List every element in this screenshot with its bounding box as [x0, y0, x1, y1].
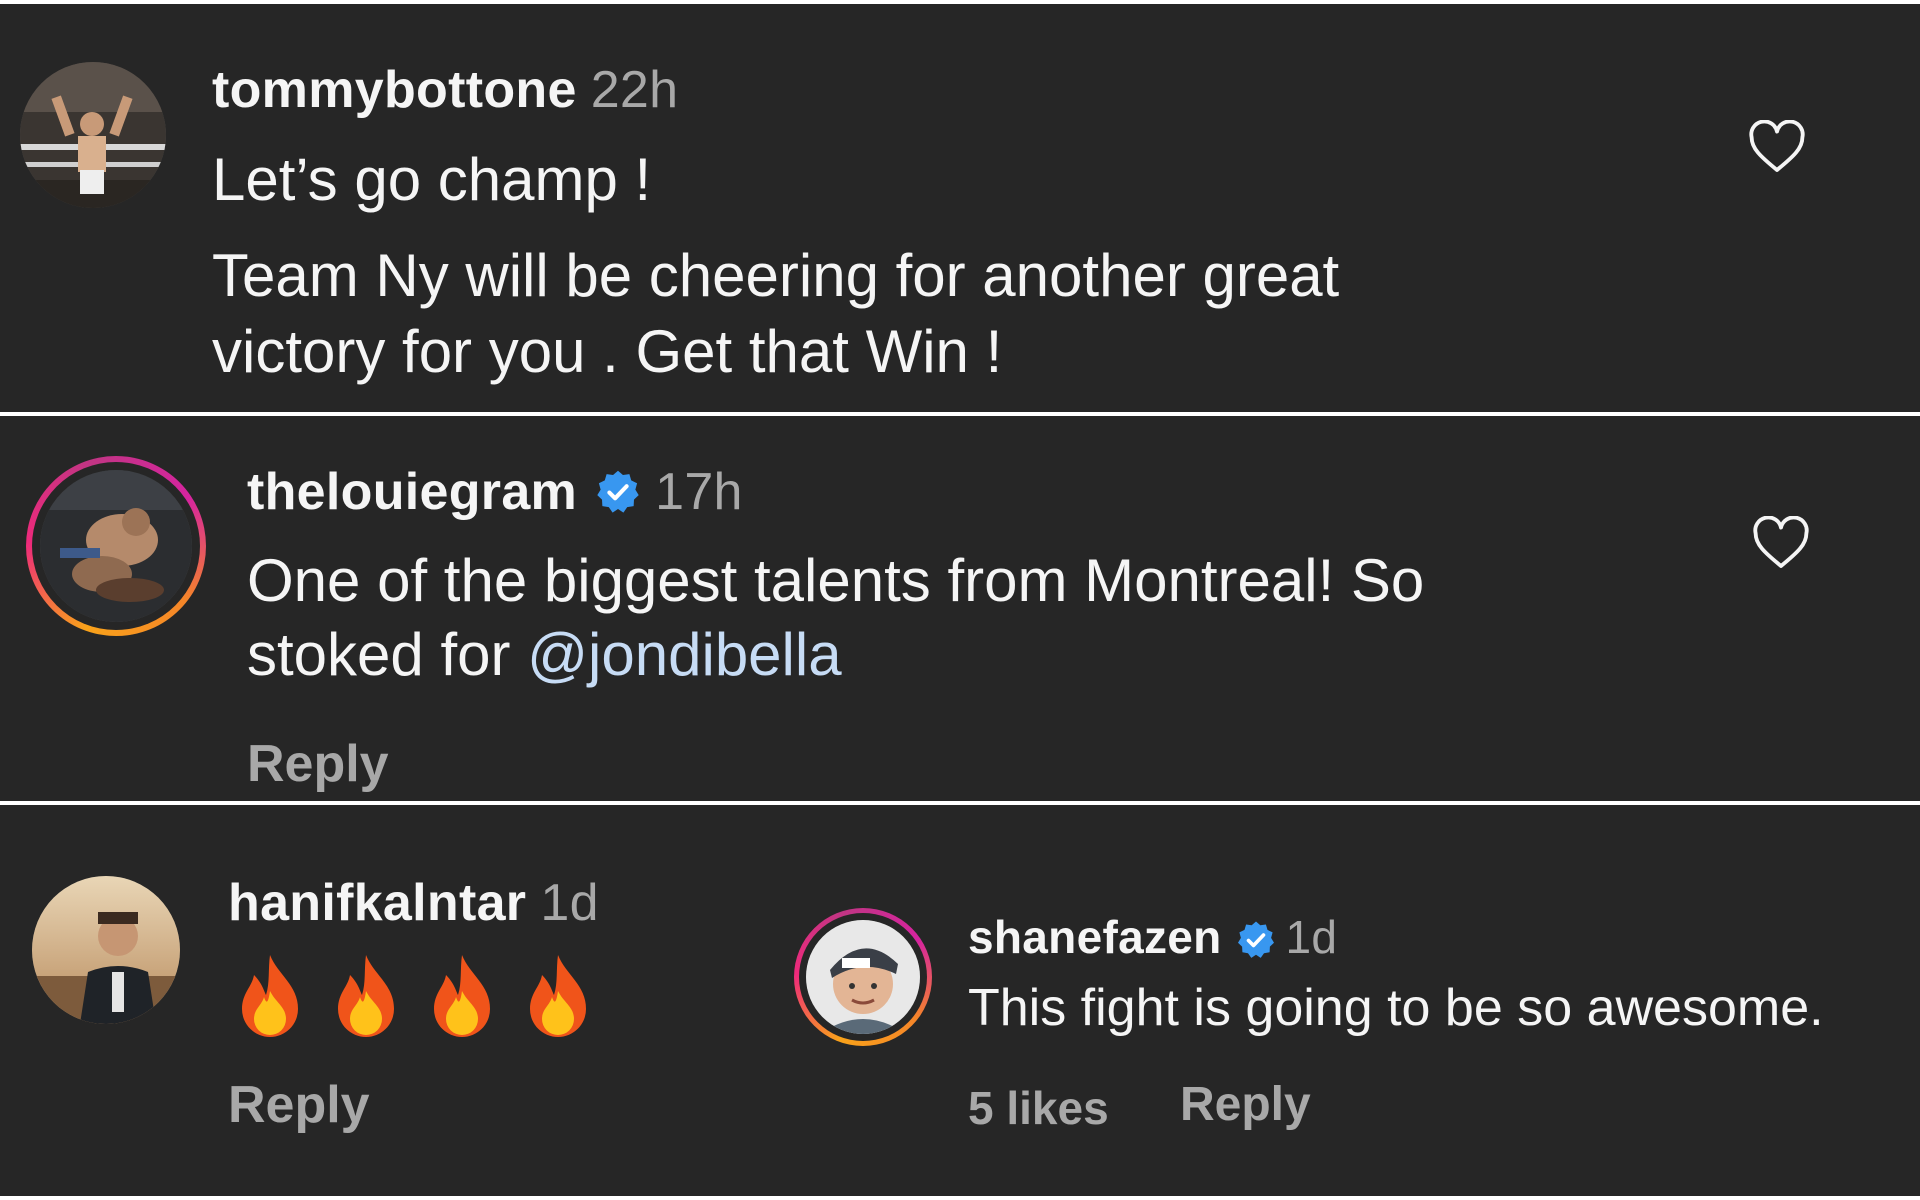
- username[interactable]: hanifkalntar: [228, 874, 526, 932]
- timestamp: 22h: [590, 61, 679, 119]
- comment-text-line-2: Team Ny will be cheering for another gre…: [212, 242, 1340, 309]
- profile-photo-avatar: [32, 876, 180, 1024]
- comment-text: stoked for: [247, 621, 528, 688]
- avatar[interactable]: [806, 920, 920, 1034]
- username-line: hanifkalntar 1d: [228, 873, 599, 933]
- comment-text-line-3: victory for you . Get that Win !: [212, 318, 1003, 385]
- timestamp: 1d: [1285, 911, 1338, 963]
- comment-text: This fight is going to be so awesome.: [968, 979, 1824, 1037]
- username-line: shanefazen 1d: [968, 910, 1337, 964]
- timestamp: 1d: [540, 874, 599, 932]
- comment-text-line-2: stoked for @jondibella: [247, 617, 842, 693]
- boxer-photo-avatar: [20, 62, 166, 208]
- comment-tommybottone: tommybottone 22h Let’s go champ ! Team Ny…: [0, 4, 1920, 412]
- heart-outline-icon[interactable]: [1748, 120, 1806, 174]
- username[interactable]: tommybottone: [212, 61, 577, 119]
- fire-icon: [242, 955, 298, 1037]
- mention-link[interactable]: @jondibella: [527, 621, 841, 688]
- cap-profile-photo-avatar: [806, 920, 920, 1034]
- fire-emoji-row: [234, 951, 594, 1039]
- avatar[interactable]: [40, 470, 192, 622]
- comment-text-line-1: Let’s go champ !: [212, 146, 652, 213]
- reply-button[interactable]: Reply: [228, 1075, 370, 1135]
- heart-outline-icon[interactable]: [1752, 516, 1810, 570]
- timestamp: 17h: [655, 463, 743, 521]
- fighter-photo-avatar: [40, 470, 192, 622]
- comment-text-line-1: One of the biggest talents from Montreal…: [247, 547, 1425, 614]
- avatar[interactable]: [32, 876, 180, 1024]
- fire-icon: [530, 955, 586, 1037]
- screenshot-collage: tommybottone 22h Let’s go champ ! Team Ny…: [0, 0, 1920, 1200]
- reply-button[interactable]: Reply: [247, 734, 389, 794]
- comment-thelouiegram: thelouiegram 17h One of the biggest tale…: [0, 416, 1920, 801]
- comments-row-3: hanifkalntar 1d Reply shanefazen 1d This…: [0, 805, 1920, 1196]
- reply-button[interactable]: Reply: [1180, 1077, 1311, 1132]
- username[interactable]: thelouiegram: [247, 463, 577, 521]
- fire-icon: [434, 955, 490, 1037]
- verified-badge-icon: [595, 468, 641, 514]
- verified-badge-icon: [1236, 917, 1276, 958]
- fire-icon: [338, 955, 394, 1037]
- likes-count[interactable]: 5 likes: [968, 1081, 1109, 1135]
- username-line: thelouiegram 17h: [247, 462, 743, 522]
- avatar[interactable]: [20, 62, 166, 208]
- username[interactable]: shanefazen: [968, 911, 1222, 963]
- username-line: tommybottone 22h: [212, 60, 678, 120]
